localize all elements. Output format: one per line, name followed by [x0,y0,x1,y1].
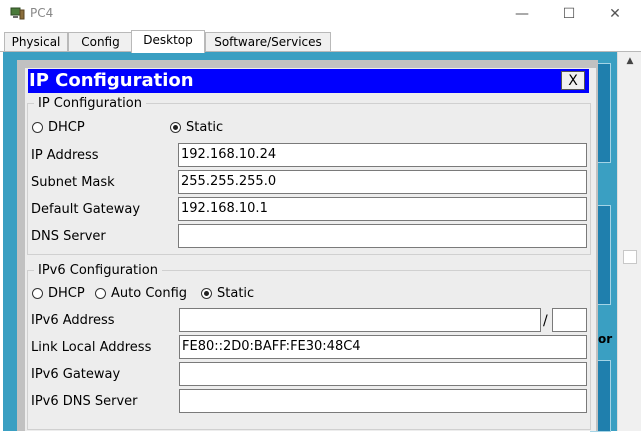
link-local-address-label: Link Local Address [31,340,152,355]
tab-config[interactable]: Config [68,32,133,52]
ipv6-dns-server-input[interactable] [179,389,587,413]
ipv6-address-label: IPv6 Address [31,313,115,328]
default-gateway-input[interactable]: 192.168.10.1 [178,197,587,221]
ip-configuration-header: IP Configuration X [28,69,589,93]
ipv4-static-label: Static [186,120,224,135]
radio-unchecked-icon [32,122,43,133]
link-local-address-input[interactable]: FE80::2D0:BAFF:FE30:48C4 [179,335,587,359]
maximize-button[interactable]: ☐ [554,3,584,25]
window-titlebar: PC4 — ☐ ✕ [0,0,641,28]
ipv6-static-label: Static [217,286,255,301]
dns-server-input[interactable] [178,224,587,248]
default-gateway-label: Default Gateway [31,202,141,217]
subnet-mask-input[interactable]: 255.255.255.0 [178,170,587,194]
ipv6-auto-config-radio[interactable]: Auto Config [95,286,187,302]
tab-bar: Physical Config Desktop Software/Service… [0,30,641,53]
ipv6-gateway-input[interactable] [179,362,587,386]
ipv4-dhcp-label: DHCP [48,120,85,135]
ipv6-dhcp-radio[interactable]: DHCP [32,286,85,302]
scroll-thumb[interactable] [623,250,637,264]
background-partial-label: or [598,332,613,346]
radio-unchecked-icon [95,288,106,299]
pc-icon [10,7,25,20]
ipv6-dns-server-label: IPv6 DNS Server [31,394,138,409]
ipv6-group-title: IPv6 Configuration [34,263,162,278]
ipv4-group-title: IP Configuration [34,96,146,111]
window-title: PC4 [30,6,54,20]
ip-address-input[interactable]: 192.168.10.24 [178,143,587,167]
ipv4-static-radio[interactable]: Static [170,120,223,136]
ipv6-prefix-input[interactable] [552,308,587,332]
tab-physical[interactable]: Physical [4,32,68,52]
page-title: IP Configuration [29,70,194,91]
vertical-scrollbar[interactable]: ▲ [617,52,641,431]
radio-checked-icon [170,122,181,133]
scroll-up-icon[interactable]: ▲ [618,52,641,70]
radio-unchecked-icon [32,288,43,299]
ipv6-static-radio[interactable]: Static [201,286,254,302]
ipv6-dhcp-label: DHCP [48,286,85,301]
ipv6-auto-config-label: Auto Config [111,286,188,301]
radio-checked-icon [201,288,212,299]
tab-desktop[interactable]: Desktop [131,30,205,53]
ipv6-gateway-label: IPv6 Gateway [31,367,121,382]
prefix-separator: / [543,313,548,329]
ipv4-dhcp-radio[interactable]: DHCP [32,120,85,136]
dns-server-label: DNS Server [31,229,106,244]
ip-address-label: IP Address [31,148,99,163]
ipv6-address-input[interactable] [179,308,541,332]
tab-software-services[interactable]: Software/Services [205,32,331,52]
close-window-button[interactable]: ✕ [600,3,630,25]
close-dialog-button[interactable]: X [561,71,585,90]
minimize-button[interactable]: — [507,3,537,25]
subnet-mask-label: Subnet Mask [31,175,115,190]
